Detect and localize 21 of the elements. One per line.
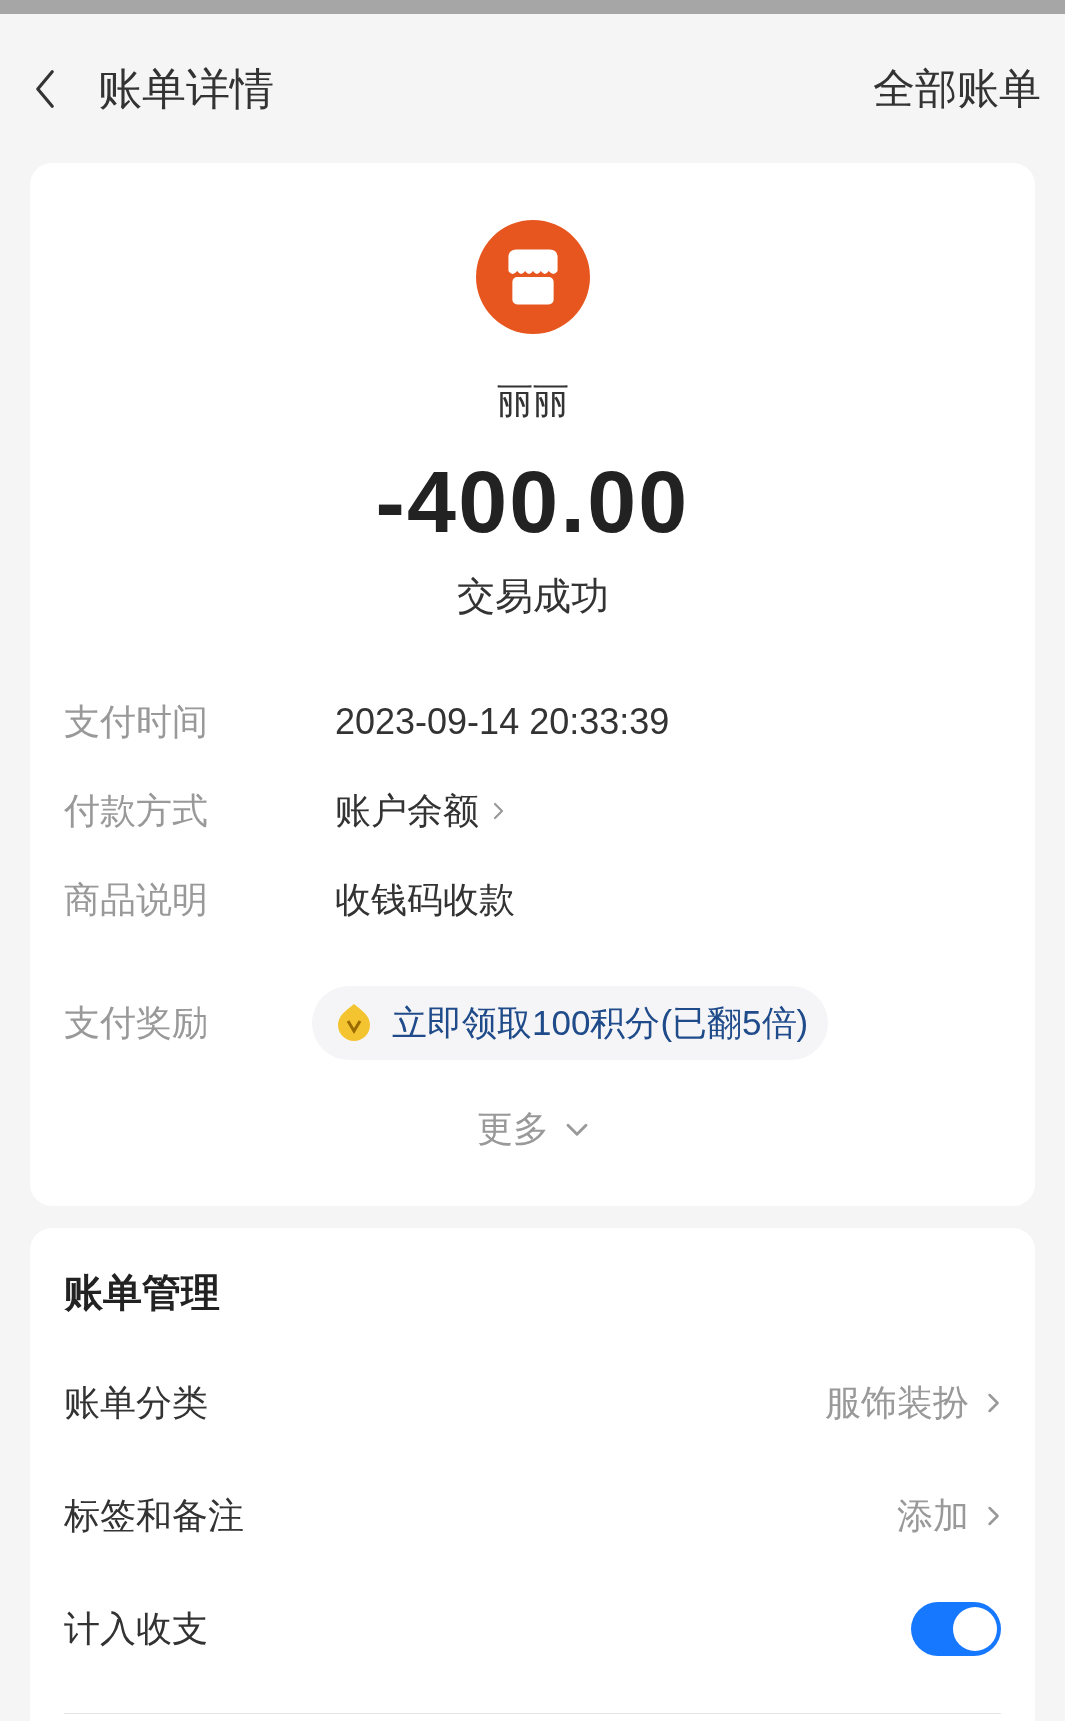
row-label: 账单分类	[64, 1380, 208, 1425]
detail-label: 支付奖励	[64, 1001, 209, 1045]
merchant-name: 丽丽	[496, 379, 569, 423]
row-label: 标签和备注	[64, 1493, 244, 1538]
store-icon	[475, 220, 590, 334]
toggle-switch[interactable]	[911, 1601, 1001, 1656]
status-text: 交易成功	[456, 574, 609, 619]
page-title: 账单详情	[98, 62, 274, 115]
reward-button[interactable]: 立即领取100积分(已翻5倍)	[312, 986, 829, 1060]
coin-icon	[336, 1003, 372, 1043]
detail-value[interactable]: 账户余额	[335, 783, 479, 838]
all-bills-link[interactable]: 全部账单	[873, 57, 1041, 120]
row-label: 计入收支	[64, 1606, 208, 1651]
detail-label: 付款方式	[64, 788, 209, 833]
amount: -400.00	[375, 458, 690, 546]
detail-value: 2023-09-14 20:33:39	[335, 699, 670, 744]
chevron-right-icon	[491, 800, 505, 821]
detail-label: 支付时间	[64, 699, 209, 744]
detail-value: 收钱码收款	[335, 877, 515, 922]
detail-label: 商品说明	[64, 877, 209, 922]
section-title: 账单管理	[64, 1269, 221, 1316]
